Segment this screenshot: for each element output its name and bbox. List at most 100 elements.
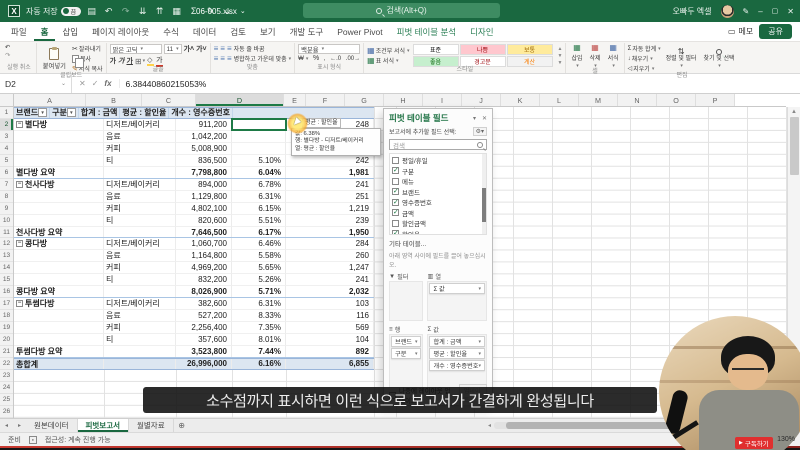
cell-style-chip[interactable]: 보통 <box>506 44 553 55</box>
ribbon-tab[interactable]: 검토 <box>223 22 253 41</box>
gear-icon[interactable]: ⚙▾ <box>472 127 487 136</box>
category-cell[interactable]: 커피 <box>104 262 176 275</box>
zoom-level[interactable]: 130% <box>777 436 795 443</box>
clear-button[interactable]: ◁ 지우기 <box>628 64 661 73</box>
share-button[interactable]: 공유 <box>759 24 792 39</box>
count-cell[interactable]: 241 <box>286 178 374 191</box>
search-input[interactable]: 검색(Alt+Q) <box>303 3 500 18</box>
fill-color-button[interactable]: ◇ <box>147 56 155 66</box>
category-cell[interactable] <box>104 166 176 178</box>
sort-descending-icon[interactable] <box>155 6 165 17</box>
panel-close-icon[interactable]: ✕ <box>482 115 487 122</box>
rate-cell[interactable]: 7.35% <box>232 322 286 335</box>
row-header[interactable]: 17 <box>0 298 13 311</box>
merge-center-button[interactable]: 병합하고 가운데 맞춤 <box>234 54 292 63</box>
pivot-header-cell[interactable]: 구분 <box>50 108 79 118</box>
rate-cell[interactable]: 6.17% <box>232 226 286 238</box>
row-header[interactable]: 16 <box>0 286 13 299</box>
category-cell[interactable]: 음료 <box>104 310 176 323</box>
rate-cell[interactable]: 8.33% <box>232 310 286 323</box>
ribbon-tab[interactable]: 개발 도구 <box>283 22 331 41</box>
collapse-icon[interactable] <box>16 180 23 188</box>
row-header[interactable]: 5 <box>0 155 13 167</box>
amount-cell[interactable]: 832,200 <box>176 274 232 287</box>
underline-button[interactable]: 가 <box>126 56 132 66</box>
collapse-icon[interactable] <box>16 120 23 128</box>
category-cell[interactable]: 티 <box>104 154 176 167</box>
checkbox[interactable] <box>392 219 399 227</box>
filter-dropdown-icon[interactable] <box>38 108 48 118</box>
row-header[interactable]: 10 <box>0 215 13 227</box>
format-as-table-button[interactable]: ▦ 표 서식 <box>367 56 409 65</box>
count-cell[interactable]: 284 <box>286 238 374 251</box>
column-header[interactable]: A <box>14 94 86 106</box>
rate-cell[interactable]: 6.31% <box>232 298 286 311</box>
category-cell[interactable] <box>104 226 176 238</box>
pivot-header-cell[interactable]: 브랜드 <box>14 108 51 118</box>
subscribe-badge[interactable]: ▶ 구독하기 <box>735 437 773 449</box>
category-cell[interactable] <box>104 359 176 369</box>
brand-cell[interactable]: 총합계 <box>14 359 104 369</box>
cell-style-chip[interactable]: 나쁨 <box>459 44 506 55</box>
row-header[interactable]: 3 <box>0 131 13 143</box>
field-chip[interactable]: 평균 : 할인율 <box>429 348 485 359</box>
brand-cell[interactable]: 콩다방 <box>14 238 104 251</box>
cell-style-chip[interactable]: 표준 <box>412 44 459 55</box>
sort-filter-button[interactable]: ⇅ 정렬 및 필터 <box>664 47 699 69</box>
category-cell[interactable]: 디저트/베이커리 <box>104 178 176 191</box>
field-item[interactable]: 평일/휴일 <box>392 155 480 166</box>
collapse-icon[interactable] <box>16 240 23 248</box>
rate-cell[interactable]: 5.51% <box>232 214 286 227</box>
rate-cell[interactable]: 5.71% <box>232 286 286 298</box>
ribbon-tab[interactable]: 피벗 테이블 분석 <box>390 22 463 41</box>
category-cell[interactable]: 디저트/베이커리 <box>104 118 176 131</box>
column-header[interactable]: E <box>284 94 306 106</box>
row-header[interactable]: 6 <box>0 167 13 179</box>
amount-cell[interactable]: 26,996,000 <box>176 359 232 369</box>
amount-cell[interactable]: 382,600 <box>176 298 232 311</box>
amount-cell[interactable]: 894,000 <box>176 178 232 191</box>
column-header[interactable]: G <box>345 94 384 106</box>
sort-ascending-icon[interactable] <box>138 6 148 17</box>
prev-sheet-icon[interactable]: ◂ <box>0 419 13 432</box>
amount-cell[interactable]: 1,164,800 <box>176 250 232 263</box>
name-box[interactable]: D2 <box>0 74 72 93</box>
sheet-tab[interactable]: 원본데이터 <box>26 419 78 432</box>
row-header[interactable]: 9 <box>0 203 13 215</box>
italic-button[interactable]: 가 <box>118 56 124 66</box>
values-dropzone[interactable]: 합계 : 금액평균 : 할인율개수 : 영수증번호 <box>427 334 487 388</box>
rate-cell[interactable]: 6.16% <box>232 359 286 369</box>
comma-style-icon[interactable]: , <box>324 56 326 62</box>
rate-cell[interactable]: 6.15% <box>232 202 286 215</box>
category-cell[interactable]: 티 <box>104 274 176 287</box>
enter-icon[interactable]: ✓ <box>92 79 99 88</box>
category-cell[interactable]: 음료 <box>104 190 176 203</box>
rate-cell[interactable]: 5.58% <box>232 250 286 263</box>
cell-style-chip[interactable]: 계산 <box>506 56 553 67</box>
rate-cell[interactable]: 6.31% <box>232 190 286 203</box>
checkbox[interactable] <box>392 156 399 164</box>
borders-button[interactable] <box>135 57 145 66</box>
decrease-decimal-icon[interactable]: .00→ <box>346 56 360 62</box>
ribbon-tab[interactable]: 페이지 레이아웃 <box>85 22 156 41</box>
amount-cell[interactable]: 1,129,800 <box>176 190 232 203</box>
amount-cell[interactable]: 1,060,700 <box>176 238 232 251</box>
brand-cell[interactable]: 콩다방 요약 <box>14 286 104 298</box>
row-header[interactable]: 8 <box>0 191 13 203</box>
row-header[interactable]: 11 <box>0 227 13 239</box>
brand-cell[interactable]: 투썸다방 <box>14 298 104 311</box>
formula-input[interactable]: 6.38440860215053% <box>120 79 207 89</box>
brand-cell[interactable]: 천사다방 <box>14 178 104 191</box>
ribbon-tab[interactable]: 수식 <box>156 22 186 41</box>
minimize-button[interactable] <box>758 7 762 16</box>
cut-button[interactable]: 잘라내기 <box>72 44 103 53</box>
field-search-input[interactable]: 검색 <box>389 139 487 150</box>
amount-cell[interactable]: 820,600 <box>176 214 232 227</box>
sheet-tab[interactable]: 월별자료 <box>129 419 174 432</box>
ribbon-tab[interactable]: 홈 <box>34 22 56 41</box>
category-cell[interactable]: 음료 <box>104 130 176 143</box>
scrollbar-thumb[interactable] <box>789 117 799 175</box>
checkbox[interactable] <box>392 188 399 196</box>
more-tables-link[interactable]: 기타 테이블... <box>389 238 487 248</box>
number-format-select[interactable]: 백분율 <box>298 44 361 54</box>
